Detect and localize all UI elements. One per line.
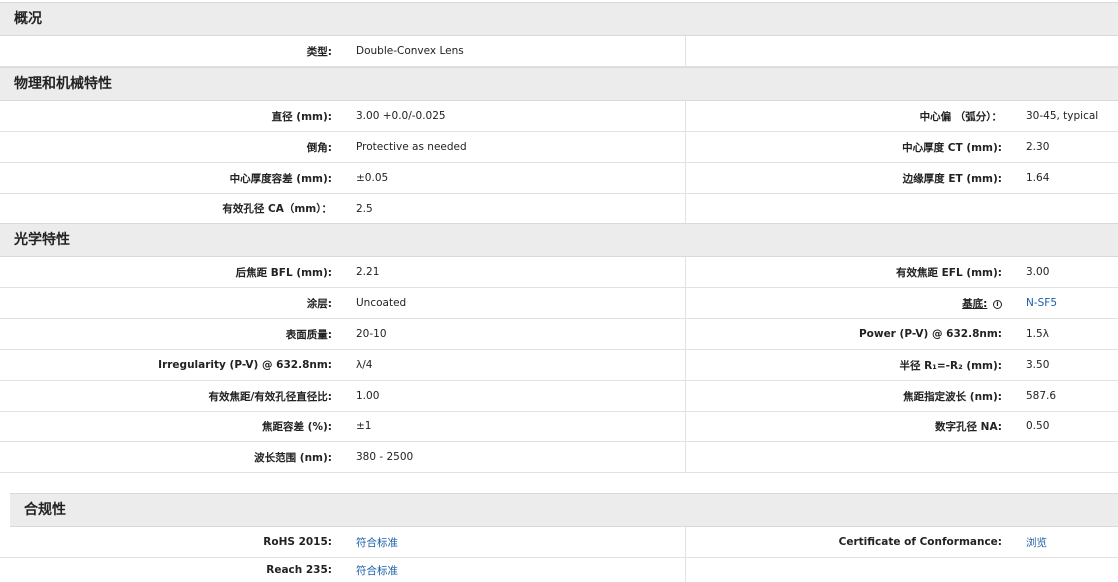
reach-link[interactable]: 符合标准 [340, 563, 685, 578]
spec-value: 0.50 [1026, 420, 1050, 432]
spec-label: 焦距容差 (%): [262, 420, 332, 433]
spec-value: 20-10 [356, 328, 387, 340]
section-header-optical: 光学特性 [0, 223, 1118, 257]
spec-label: 类型: [306, 45, 332, 58]
spec-value: Uncoated [356, 297, 407, 309]
spec-value: ±1 [356, 420, 372, 432]
spec-label: 倒角: [306, 141, 332, 154]
spec-row-bfl: 后焦距 BFL (mm): 2.21 有效焦距 EFL (mm): 3.00 [0, 257, 1118, 288]
spec-row-bevel: 倒角: Protective as needed 中心厚度 CT (mm): 2.3… [0, 132, 1118, 163]
spec-row-f-number: 有效焦距/有效孔径直径比: 1.00 焦距指定波长 (nm): 587.6 [0, 381, 1118, 412]
spec-value: ±0.05 [356, 172, 389, 184]
spec-value: 2.21 [356, 266, 380, 278]
spec-label: Power (P-V) @ 632.8nm: [858, 328, 1002, 340]
spec-value: 1.5λ [1026, 328, 1049, 340]
spec-value: 3.00 [1026, 266, 1050, 278]
substrate-label[interactable]: 基底: i [686, 296, 1026, 311]
spec-label: Certificate of Conformance: [838, 536, 1002, 548]
spec-row-surface-quality: 表面质量: 20-10 Power (P-V) @ 632.8nm: 1.5λ [0, 319, 1118, 350]
spec-label: 中心偏 （弧分）： [919, 110, 1002, 123]
spec-label: 半径 R₁=-R₂ (mm): [899, 359, 1002, 372]
spec-label: 表面质量: [285, 328, 332, 341]
spec-label: 焦距指定波长 (nm): [903, 390, 1002, 403]
spec-label: 中心厚度容差 (mm): [229, 172, 332, 185]
spec-label: RoHS 2015: [263, 536, 332, 548]
spec-row-reach: Reach 235: 符合标准 [0, 558, 1118, 582]
spec-row-diameter: 直径 (mm): 3.00 +0.0/-0.025 中心偏 （弧分）： 30-45,… [0, 101, 1118, 132]
section-header-overview: 概况 [0, 2, 1118, 36]
spec-label: 有效焦距/有效孔径直径比: [208, 390, 332, 403]
certificate-link[interactable]: 浏览 [1026, 535, 1118, 550]
spec-value: 1.64 [1026, 172, 1050, 184]
spec-label: 波长范围 (nm): [254, 451, 332, 464]
spec-label: 数字孔径 NA: [935, 420, 1002, 433]
spec-label: 中心厚度 CT (mm): [902, 141, 1002, 154]
spec-value: 3.50 [1026, 359, 1050, 371]
spec-label: 边缘厚度 ET (mm): [902, 172, 1002, 185]
spec-value: 30-45, typical [1026, 110, 1099, 122]
spec-row-coating: 涂层: Uncoated 基底: i N-SF5 [0, 288, 1118, 319]
spec-label: 有效孔径 CA（mm）： [222, 203, 332, 215]
spec-label: 直径 (mm): [271, 110, 332, 123]
spec-value: 2.30 [1026, 141, 1050, 153]
info-icon[interactable]: i [993, 299, 1002, 309]
spec-value: Protective as needed [356, 141, 467, 153]
spec-row-rohs: RoHS 2015: 符合标准 Certificate of Conformanc… [0, 527, 1118, 558]
substrate-link[interactable]: N-SF5 [1026, 297, 1118, 309]
rohs-link[interactable]: 符合标准 [340, 535, 685, 550]
spec-label: 基底: [962, 297, 988, 310]
spec-label: 涂层: [306, 297, 332, 310]
section-header-compliance: 合规性 [10, 493, 1118, 527]
spec-row-focal-tolerance: 焦距容差 (%): ±1 数字孔径 NA: 0.50 [0, 411, 1118, 442]
spec-row-type: 类型: Double-Convex Lens [0, 36, 1118, 67]
spec-row-clear-aperture: 有效孔径 CA（mm）： 2.5 [0, 193, 1118, 224]
spec-value: λ/4 [356, 359, 373, 371]
spec-row-irregularity: Irregularity (P-V) @ 632.8nm: λ/4 半径 R₁=-… [0, 350, 1118, 381]
spec-row-wavelength-range: 波长范围 (nm): 380 - 2500 [0, 442, 1118, 473]
spec-label: 后焦距 BFL (mm): [235, 266, 332, 279]
spec-value: 2.5 [356, 202, 373, 215]
spec-value: Double-Convex Lens [356, 45, 464, 57]
spec-label: Reach 235: [266, 564, 332, 576]
spec-value: 380 - 2500 [356, 451, 414, 463]
section-header-mechanical: 物理和机械特性 [0, 67, 1118, 101]
spec-value: 587.6 [1026, 390, 1057, 402]
spec-label: 有效焦距 EFL (mm): [895, 266, 1002, 279]
spec-value: 1.00 [356, 390, 380, 402]
spec-value: 3.00 +0.0/-0.025 [356, 110, 446, 122]
spec-row-ct-tolerance: 中心厚度容差 (mm): ±0.05 边缘厚度 ET (mm): 1.64 [0, 163, 1118, 194]
spec-label: Irregularity (P-V) @ 632.8nm: [158, 359, 332, 371]
